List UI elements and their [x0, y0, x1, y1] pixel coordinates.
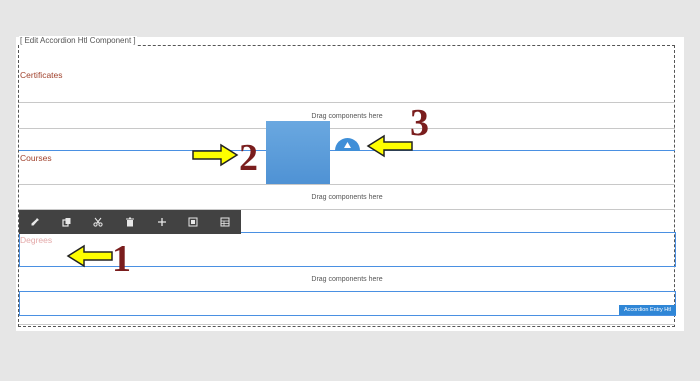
trash-icon[interactable] [114, 210, 146, 234]
copy-icon[interactable] [51, 210, 83, 234]
divider [19, 324, 675, 325]
accordion-heading-certificates[interactable]: Certificates [20, 70, 63, 80]
group-icon[interactable] [178, 210, 210, 234]
callout-number-3: 3 [410, 102, 429, 144]
arrow-left-icon [66, 244, 113, 268]
plus-icon[interactable] [146, 210, 178, 234]
drag-placeholder[interactable]: Drag components here [19, 193, 675, 202]
accordion-heading-courses[interactable]: Courses [20, 153, 52, 163]
drag-placeholder[interactable]: Drag components here [19, 112, 675, 121]
accordion-component-editable[interactable] [18, 45, 675, 327]
wrench-icon[interactable] [19, 210, 51, 234]
arrow-left-icon [366, 134, 413, 158]
selected-component-label: Accordion Entry Htl [619, 305, 676, 315]
callout-number-1: 1 [112, 238, 131, 280]
component-toolbar [19, 210, 241, 234]
callout-number-2: 2 [239, 137, 258, 179]
accordion-heading-degrees[interactable]: Degrees [20, 235, 52, 245]
selected-entry-outline[interactable] [19, 291, 676, 316]
divider [19, 184, 675, 185]
cut-icon[interactable] [82, 210, 114, 234]
divider [19, 128, 675, 129]
layout-icon[interactable] [209, 210, 241, 234]
arrow-right-icon [192, 143, 239, 167]
divider [19, 102, 675, 103]
caret-up-icon [344, 142, 351, 148]
dragged-component-preview[interactable] [266, 121, 330, 184]
component-caption: [ Edit Accordion Htl Component ] [19, 36, 137, 46]
